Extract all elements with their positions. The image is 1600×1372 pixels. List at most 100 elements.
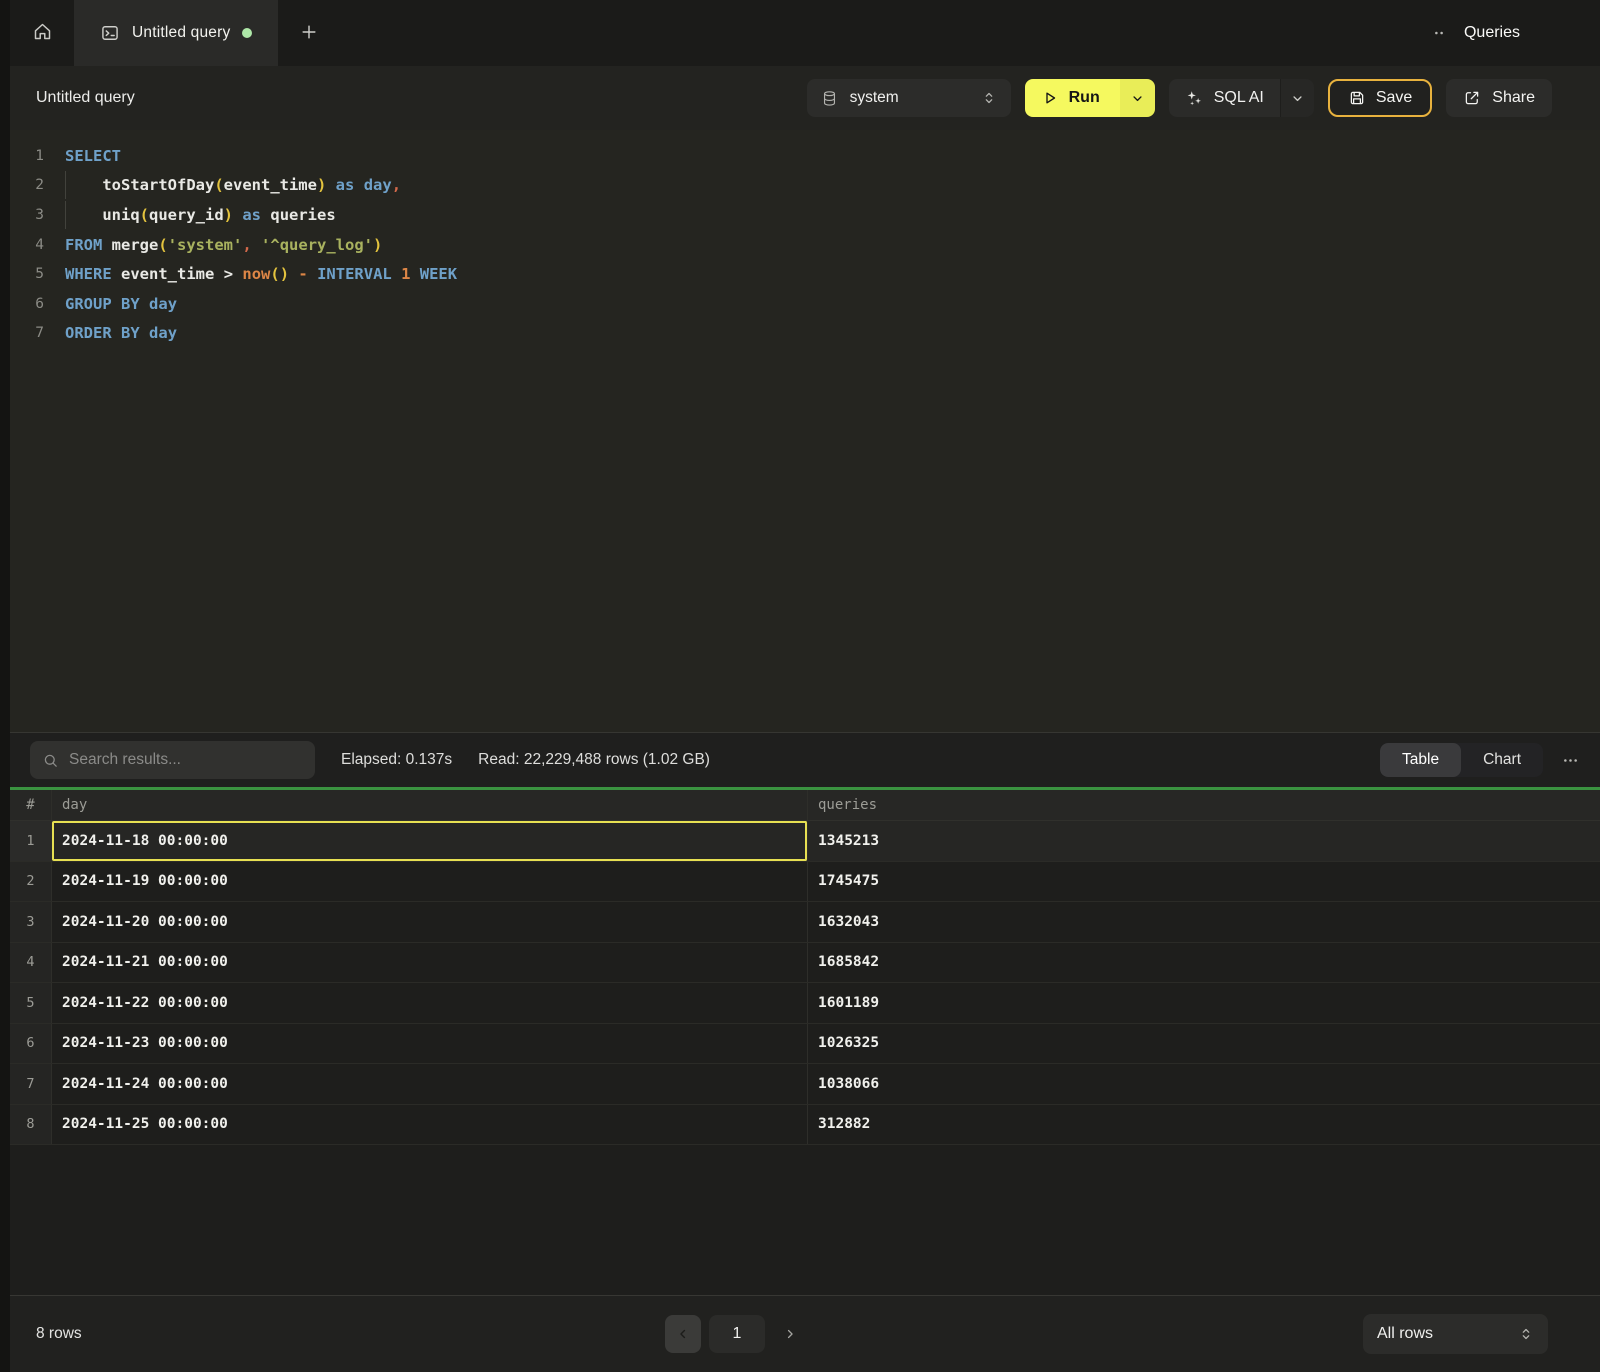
table-header-row: # day queries [10,790,1600,821]
results-footer: 8 rows 1 All rows [10,1295,1600,1372]
code-line[interactable]: 6 GROUP BY day [10,289,1600,319]
day-cell[interactable]: 2024-11-24 00:00:00 [52,1064,808,1104]
results-toolbar: Elapsed: 0.137s Read: 22,229,488 rows (1… [10,732,1600,787]
select-chevrons-icon [1518,1326,1534,1342]
row-index-cell[interactable]: 1 [10,821,52,861]
queries-cell[interactable]: 1038066 [808,1064,1600,1104]
row-index-cell[interactable]: 4 [10,943,52,983]
row-index-cell[interactable]: 7 [10,1064,52,1104]
queries-cell[interactable]: 312882 [808,1105,1600,1145]
chevron-down-icon [1130,91,1145,106]
plus-icon [299,22,319,45]
column-header-queries[interactable]: queries [808,790,1600,820]
day-cell[interactable]: 2024-11-25 00:00:00 [52,1105,808,1145]
queries-cell[interactable]: 1345213 [808,821,1600,861]
run-button-group: Run [1025,79,1155,117]
search-results-box[interactable] [30,741,315,779]
code-line[interactable]: 3 uniq(query_id) as queries [10,200,1600,230]
save-button[interactable]: Save [1328,79,1432,117]
code-line[interactable]: 2 toStartOfDay(event_time) as day, [10,171,1600,201]
line-number: 2 [10,177,44,193]
page-size-select[interactable]: All rows [1363,1314,1548,1354]
table-row: 72024-11-24 00:00:001038066 [10,1064,1600,1105]
search-results-input[interactable] [69,751,303,769]
day-cell[interactable]: 2024-11-21 00:00:00 [52,943,808,983]
code-line[interactable]: 4FROM merge('system', '^query_log') [10,230,1600,260]
code-line[interactable]: 1SELECT [10,141,1600,171]
row-index-cell[interactable]: 8 [10,1105,52,1145]
queries-cell[interactable]: 1632043 [808,902,1600,942]
chevron-right-icon [783,1327,797,1341]
day-cell[interactable]: 2024-11-20 00:00:00 [52,902,808,942]
table-row: 82024-11-25 00:00:00312882 [10,1105,1600,1146]
query-toolbar: Untitled query system [10,66,1600,130]
table-row: 22024-11-19 00:00:001745475 [10,862,1600,903]
database-icon [821,90,838,107]
run-button[interactable]: Run [1025,79,1120,117]
home-icon [32,21,53,45]
queries-button[interactable]: Queries [1464,24,1520,42]
queries-cell[interactable]: 1601189 [808,983,1600,1023]
share-button[interactable]: Share [1446,79,1552,117]
queries-cell[interactable]: 1026325 [808,1024,1600,1064]
code-line[interactable]: 7ORDER BY day [10,319,1600,349]
run-label: Run [1069,89,1100,107]
code-text: uniq(query_id) as queries [65,206,336,224]
unsaved-changes-dot [242,28,252,38]
queries-cell[interactable]: 1685842 [808,943,1600,983]
code-text: GROUP BY day [65,295,177,313]
page-size-value: All rows [1377,1325,1433,1343]
save-icon [1348,89,1366,107]
code-line[interactable]: 5WHERE event_time > now() - INTERVAL 1 W… [10,259,1600,289]
view-tab-table[interactable]: Table [1380,743,1461,777]
line-number: 6 [10,296,44,312]
results-menu-icon[interactable] [1561,751,1580,770]
day-cell[interactable]: 2024-11-19 00:00:00 [52,862,808,902]
day-cell[interactable]: 2024-11-18 00:00:00 [52,821,808,861]
sql-ai-button-group: SQL AI [1169,79,1314,117]
share-label: Share [1492,89,1535,107]
queries-cell[interactable]: 1745475 [808,862,1600,902]
console-tab-icon [100,23,120,43]
column-header-index[interactable]: # [10,790,52,820]
row-index-cell[interactable]: 3 [10,902,52,942]
run-options-button[interactable] [1120,79,1155,117]
overflow-menu-icon[interactable] [1430,24,1448,42]
table-row: 52024-11-22 00:00:001601189 [10,983,1600,1024]
play-icon [1041,89,1059,107]
sql-ai-label: SQL AI [1214,89,1264,107]
sql-console: Untitled query Queries Untitled query [10,0,1600,1372]
row-index-cell[interactable]: 6 [10,1024,52,1064]
table-row: 32024-11-20 00:00:001632043 [10,902,1600,943]
chevron-left-icon [676,1327,690,1341]
prev-page-button[interactable] [665,1315,701,1353]
day-cell[interactable]: 2024-11-22 00:00:00 [52,983,808,1023]
row-index-cell[interactable]: 2 [10,862,52,902]
results-table-body: 12024-11-18 00:00:00134521322024-11-19 0… [10,821,1600,1145]
row-index-cell[interactable]: 5 [10,983,52,1023]
code-text: toStartOfDay(event_time) as day, [65,176,401,194]
home-button[interactable] [10,0,74,66]
view-tab-chart[interactable]: Chart [1461,743,1543,777]
sql-editor[interactable]: 1SELECT2 toStartOfDay(event_time) as day… [10,130,1600,732]
line-number: 4 [10,237,44,253]
save-label: Save [1376,89,1412,107]
table-row: 42024-11-21 00:00:001685842 [10,943,1600,984]
select-chevrons-icon [981,90,997,106]
line-number: 3 [10,207,44,223]
new-tab-button[interactable] [278,0,340,66]
chevron-down-icon [1290,91,1305,106]
database-select[interactable]: system [807,79,1011,117]
database-select-value: system [850,89,969,107]
day-cell[interactable]: 2024-11-23 00:00:00 [52,1024,808,1064]
tab-untitled-query[interactable]: Untitled query [74,0,278,66]
current-page-button[interactable]: 1 [709,1315,765,1353]
column-header-day[interactable]: day [52,790,808,820]
line-number: 5 [10,266,44,282]
line-number: 1 [10,148,44,164]
elapsed-time: Elapsed: 0.137s [341,751,452,769]
next-page-button[interactable] [773,1315,807,1353]
sql-ai-button[interactable]: SQL AI [1169,79,1280,117]
sparkles-icon [1185,89,1203,107]
sql-ai-options-button[interactable] [1280,79,1314,117]
